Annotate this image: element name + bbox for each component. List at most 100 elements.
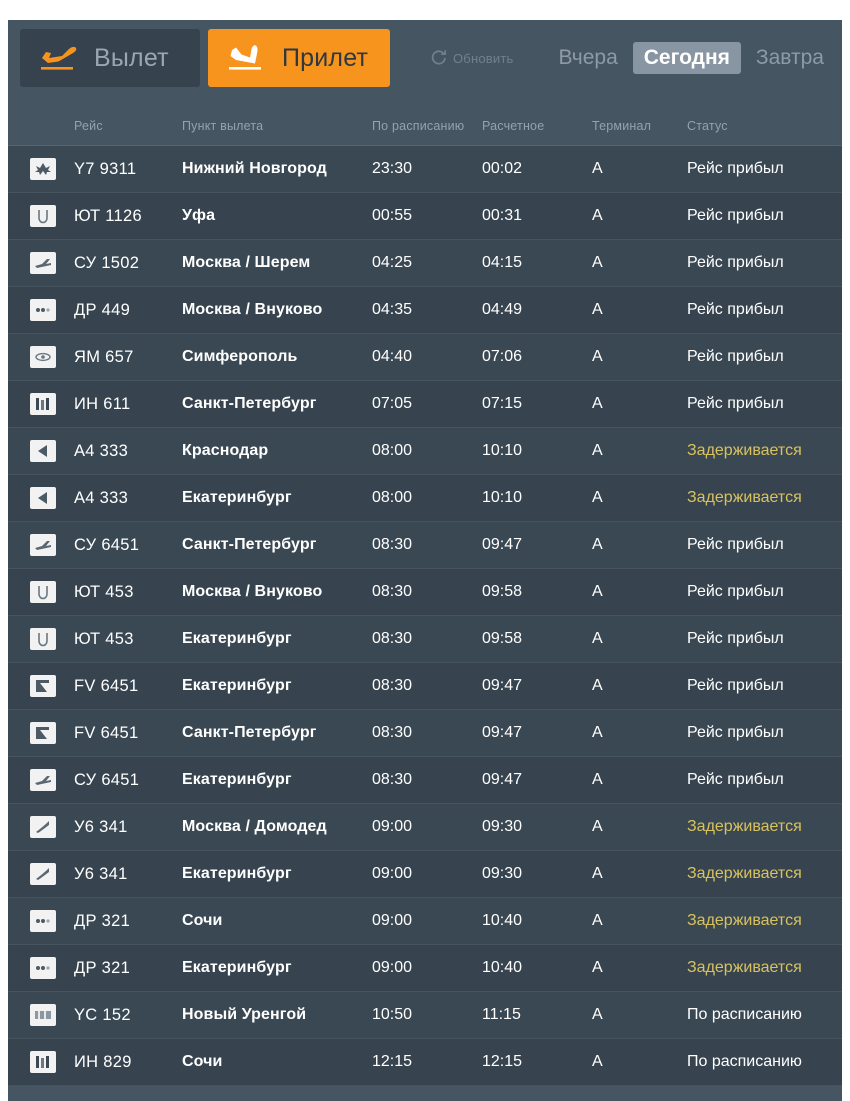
airline-ut-icon	[30, 581, 56, 603]
cell-flight-number: СУ 6451	[74, 770, 140, 789]
cell-departure-point: Краснодар	[182, 442, 269, 459]
table-row[interactable]: ИН 611 Санкт-Петербург 07:05 07:15 A Рейс при…	[8, 381, 842, 428]
cell-flight-number: Y7 9311	[74, 159, 137, 178]
cell-scheduled-time: 12:15	[372, 1053, 413, 1070]
cell-terminal: A	[592, 301, 603, 318]
airline-su-icon	[30, 769, 56, 791]
tab-arrival[interactable]: Прилет	[208, 29, 390, 87]
refresh-icon	[430, 49, 448, 67]
cell-status: Рейс прибыл	[687, 771, 784, 788]
airline-dp-icon	[30, 910, 56, 932]
refresh-button[interactable]: Обновить	[430, 49, 513, 67]
cell-flight-number: FV 6451	[74, 676, 139, 695]
cell-scheduled-time: 09:00	[372, 912, 413, 929]
column-header-point[interactable]: Пункт вылета	[182, 119, 372, 133]
cell-flight-number: А4 333	[74, 488, 129, 507]
table-row[interactable]: ЯМ 657 Симферополь 04:40 07:06 A Рейс прибыл	[8, 334, 842, 381]
day-button-tomorrow[interactable]: Завтра	[745, 42, 835, 74]
airline-ut-icon	[30, 205, 56, 227]
table-row[interactable]: ДР 321 Екатеринбург 09:00 10:40 A Задерживает…	[8, 945, 842, 992]
cell-terminal: A	[592, 348, 603, 365]
cell-terminal: A	[592, 724, 603, 741]
cell-estimated-time: 09:47	[482, 677, 523, 694]
cell-status: Задерживается	[687, 865, 802, 882]
cell-flight-number: А4 333	[74, 441, 129, 460]
column-header-scheduled[interactable]: По расписанию	[372, 119, 482, 133]
cell-scheduled-time: 04:35	[372, 301, 413, 318]
table-row[interactable]: ЮТ 1126 Уфа 00:55 00:31 A Рейс прибыл	[8, 193, 842, 240]
day-button-yesterday[interactable]: Вчера	[547, 42, 628, 74]
cell-departure-point: Сочи	[182, 912, 223, 929]
cell-estimated-time: 00:02	[482, 160, 523, 177]
airline-yc-icon	[30, 1004, 56, 1026]
cell-terminal: A	[592, 865, 603, 882]
cell-estimated-time: 09:30	[482, 818, 523, 835]
flights-table: Рейс Пункт вылета По расписанию Расчетно…	[8, 106, 842, 1086]
cell-departure-point: Екатеринбург	[182, 771, 292, 788]
table-row[interactable]: YC 152 Новый Уренгой 10:50 11:15 A По расписа…	[8, 992, 842, 1039]
cell-departure-point: Екатеринбург	[182, 959, 292, 976]
day-button-today[interactable]: Сегодня	[632, 42, 741, 74]
cell-flight-number: У6 341	[74, 864, 128, 883]
cell-status: Задерживается	[687, 489, 802, 506]
cell-status: Рейс прибыл	[687, 630, 784, 647]
cell-estimated-time: 04:15	[482, 254, 523, 271]
cell-estimated-time: 07:15	[482, 395, 523, 412]
cell-estimated-time: 10:40	[482, 912, 523, 929]
tab-departure[interactable]: Вылет	[20, 29, 200, 87]
table-row[interactable]: А4 333 Краснодар 08:00 10:10 A Задерживается	[8, 428, 842, 475]
airline-ut-icon	[30, 628, 56, 650]
cell-terminal: A	[592, 912, 603, 929]
airline-a4-icon	[30, 487, 56, 509]
cell-status: Рейс прибыл	[687, 395, 784, 412]
cell-departure-point: Москва / Домодед	[182, 818, 327, 835]
table-row[interactable]: ЮТ 453 Москва / Внуково 08:30 09:58 A Рейс пр…	[8, 569, 842, 616]
airline-su-icon	[30, 534, 56, 556]
column-header-status[interactable]: Статус	[687, 119, 842, 133]
cell-flight-number: ЮТ 1126	[74, 206, 142, 225]
cell-departure-point: Москва / Внуково	[182, 583, 323, 600]
cell-departure-point: Сочи	[182, 1053, 223, 1070]
cell-scheduled-time: 00:55	[372, 207, 413, 224]
cell-status: По расписанию	[687, 1006, 802, 1023]
table-row[interactable]: Y7 9311 Нижний Новгород 23:30 00:02 A Рейс пр…	[8, 146, 842, 193]
cell-scheduled-time: 08:30	[372, 583, 413, 600]
cell-estimated-time: 04:49	[482, 301, 523, 318]
cell-flight-number: СУ 6451	[74, 535, 140, 554]
table-row[interactable]: FV 6451 Санкт-Петербург 08:30 09:47 A Рейс пр…	[8, 710, 842, 757]
airline-y7-icon	[30, 158, 56, 180]
table-row[interactable]: СУ 1502 Москва / Шерем 04:25 04:15 A Рейс при…	[8, 240, 842, 287]
cell-terminal: A	[592, 489, 603, 506]
table-row[interactable]: СУ 6451 Санкт-Петербург 08:30 09:47 A Рейс пр…	[8, 522, 842, 569]
cell-terminal: A	[592, 583, 603, 600]
table-row[interactable]: FV 6451 Екатеринбург 08:30 09:47 A Рейс прибы…	[8, 663, 842, 710]
airline-su-icon	[30, 252, 56, 274]
table-row[interactable]: СУ 6451 Екатеринбург 08:30 09:47 A Рейс прибы…	[8, 757, 842, 804]
column-header-estimated[interactable]: Расчетное	[482, 119, 592, 133]
table-row[interactable]: ДР 321 Сочи 09:00 10:40 A Задерживается	[8, 898, 842, 945]
cell-scheduled-time: 08:30	[372, 677, 413, 694]
plane-takeoff-icon	[36, 41, 80, 75]
cell-estimated-time: 10:10	[482, 442, 523, 459]
cell-departure-point: Екатеринбург	[182, 865, 292, 882]
cell-flight-number: YC 152	[74, 1005, 131, 1024]
cell-estimated-time: 00:31	[482, 207, 523, 224]
table-row[interactable]: У6 341 Екатеринбург 09:00 09:30 A Задерживает…	[8, 851, 842, 898]
cell-departure-point: Симферополь	[182, 348, 298, 365]
cell-status: Рейс прибыл	[687, 724, 784, 741]
table-row[interactable]: ИН 829 Сочи 12:15 12:15 A По расписанию	[8, 1039, 842, 1086]
table-row[interactable]: У6 341 Москва / Домодед 09:00 09:30 A Задержи…	[8, 804, 842, 851]
cell-flight-number: ЯМ 657	[74, 347, 134, 366]
column-header-flight[interactable]: Рейс	[74, 119, 182, 133]
table-row[interactable]: А4 333 Екатеринбург 08:00 10:10 A Задерживает…	[8, 475, 842, 522]
airline-u6-icon	[30, 816, 56, 838]
cell-estimated-time: 09:47	[482, 536, 523, 553]
cell-status: Рейс прибыл	[687, 536, 784, 553]
cell-departure-point: Екатеринбург	[182, 630, 292, 647]
cell-departure-point: Москва / Внуково	[182, 301, 323, 318]
column-header-terminal[interactable]: Терминал	[592, 119, 687, 133]
table-row[interactable]: ДР 449 Москва / Внуково 04:35 04:49 A Рейс пр…	[8, 287, 842, 334]
cell-status: Рейс прибыл	[687, 160, 784, 177]
cell-departure-point: Нижний Новгород	[182, 160, 327, 177]
table-row[interactable]: ЮТ 453 Екатеринбург 08:30 09:58 A Рейс прибыл	[8, 616, 842, 663]
